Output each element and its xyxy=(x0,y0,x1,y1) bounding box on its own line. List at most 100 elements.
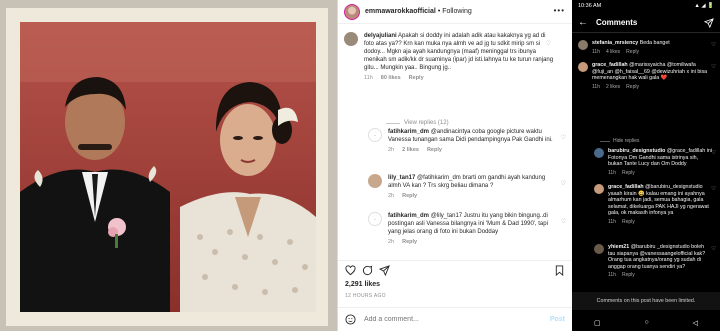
comment-likes[interactable]: 2 likes xyxy=(402,147,419,153)
reply-button[interactable]: Reply xyxy=(427,147,442,153)
reply-button[interactable]: Reply xyxy=(626,84,639,90)
reply-item: ~ fatihkarim_dm @andinacintya coba googl… xyxy=(368,128,566,153)
reply-item: yhiem21 @barubiru _designstudio boleh ta… xyxy=(594,244,716,278)
comment-time: 11h xyxy=(364,75,373,81)
send-plane-icon[interactable] xyxy=(704,18,714,28)
comment-username[interactable]: fatihkarim_dm xyxy=(388,213,429,219)
like-heart-icon[interactable]: ♡ xyxy=(711,246,716,252)
reply-button[interactable]: Reply xyxy=(622,272,635,278)
post-header: emmawarokkaofficial • Following ••• xyxy=(338,0,573,24)
android-nav-bar: ▢ ○ ◁ xyxy=(572,314,720,331)
view-replies-label: View replies (12) xyxy=(404,120,449,126)
like-heart-icon[interactable] xyxy=(345,265,356,276)
like-heart-icon[interactable]: ♡ xyxy=(546,40,551,47)
comment-username[interactable]: stefania_mrsiency xyxy=(592,40,638,46)
comment-likes[interactable]: 2 likes xyxy=(606,84,620,90)
reply-button[interactable]: Reply xyxy=(622,170,635,176)
post-photo-panel xyxy=(0,0,337,331)
bookmark-icon[interactable] xyxy=(554,265,565,276)
like-heart-icon[interactable]: ♡ xyxy=(561,134,566,141)
comment-text: Beda banget xyxy=(639,40,670,46)
signal-battery-icon: ▲ ◢ 🔋 xyxy=(694,3,714,9)
vintage-photo-frame xyxy=(6,8,328,326)
comment-bubble-icon[interactable] xyxy=(362,265,373,276)
reply-item: ~ fatihkarim_dm @lily_tan17 Justru itu y… xyxy=(368,212,566,245)
hide-replies-toggle[interactable]: Hide replies xyxy=(600,138,639,144)
back-arrow-icon[interactable]: ← xyxy=(578,17,588,28)
commenter-avatar[interactable]: ~ xyxy=(368,128,382,142)
reply-button[interactable]: Reply xyxy=(402,239,417,245)
comments-list: delyajuliani Apakah si doddy ini adalah … xyxy=(338,28,573,258)
comment-username[interactable]: barubiru_designstudio xyxy=(608,148,665,154)
add-comment-input[interactable] xyxy=(364,316,524,323)
commenter-avatar[interactable] xyxy=(578,40,588,50)
reply-button[interactable]: Reply xyxy=(409,75,424,81)
status-time: 10:36 AM xyxy=(578,3,602,9)
comment-username[interactable]: yhiem21 xyxy=(608,244,629,250)
comment-time: 2h xyxy=(388,193,395,199)
comment-time: 11h xyxy=(592,83,600,90)
likes-count[interactable]: 2,291 likes xyxy=(345,281,380,288)
back-triangle-icon[interactable]: ◁ xyxy=(693,319,698,327)
avatar-logo-mark: ~ xyxy=(374,217,376,221)
comment-item: grace_fadillah @marissyaicha @tomiliwafa… xyxy=(578,62,716,90)
comment-time: 11h xyxy=(592,48,600,55)
share-plane-icon[interactable] xyxy=(379,265,390,276)
like-heart-icon[interactable]: ♡ xyxy=(711,150,716,156)
comments-limited-notice: Comments on this post have been limited. xyxy=(572,292,720,310)
like-heart-icon[interactable]: ♡ xyxy=(711,64,716,70)
reply-button[interactable]: Reply xyxy=(622,219,635,225)
add-comment-bar: Post xyxy=(338,307,573,331)
comment-item: stefania_mrsiency Beda banget 11h 4 like… xyxy=(578,40,716,55)
comment-item: delyajuliani Apakah si doddy ini adalah … xyxy=(344,32,559,81)
comment-time: 11h xyxy=(608,272,616,279)
comment-username[interactable]: delyajuliani xyxy=(364,33,397,39)
avatar-logo-mark: ~ xyxy=(374,133,376,137)
author-username[interactable]: emmawarokkaofficial xyxy=(365,8,436,15)
like-heart-icon[interactable]: ♡ xyxy=(711,42,716,48)
like-heart-icon[interactable]: ♡ xyxy=(711,186,716,192)
more-options-icon[interactable]: ••• xyxy=(554,6,565,15)
commenter-avatar[interactable] xyxy=(578,62,588,72)
reply-button[interactable]: Reply xyxy=(626,49,639,55)
comment-likes[interactable]: 4 likes xyxy=(606,49,620,55)
commenter-avatar[interactable] xyxy=(344,32,358,46)
mobile-comments-screen: 10:36 AM ▲ ◢ 🔋 ← Comments stefania_mrsie… xyxy=(572,0,720,331)
instagram-post-panel: emmawarokkaofficial • Following ••• dely… xyxy=(337,0,573,331)
like-heart-icon[interactable]: ♡ xyxy=(561,218,566,225)
hide-replies-label: Hide replies xyxy=(613,138,640,144)
couple-wedding-photo xyxy=(20,22,316,312)
author-avatar[interactable] xyxy=(344,3,360,20)
commenter-avatar[interactable] xyxy=(594,244,604,254)
emoji-smiley-icon[interactable] xyxy=(345,314,356,325)
commenter-avatar[interactable] xyxy=(594,184,604,194)
home-icon[interactable]: ○ xyxy=(644,319,648,326)
reply-item: barubiru_designstudio @grace_fadillah in… xyxy=(594,148,716,176)
commenter-avatar[interactable] xyxy=(594,148,604,158)
reply-item: lily_tan17 @fatihkarim_dm brarti om gand… xyxy=(368,174,566,199)
reply-item: grace_fadillah @barubiru_designstudio ya… xyxy=(594,184,716,225)
screenshot-root: emmawarokkaofficial • Following ••• dely… xyxy=(0,0,720,331)
replies-line xyxy=(600,140,610,142)
view-replies-toggle[interactable]: View replies (12) xyxy=(386,120,449,126)
comments-header: ← Comments xyxy=(572,13,720,33)
comment-time: 11h xyxy=(608,169,616,176)
comment-username[interactable]: fatihkarim_dm xyxy=(388,129,429,135)
commenter-avatar[interactable] xyxy=(368,174,382,188)
comments-title: Comments xyxy=(596,18,638,27)
commenter-avatar[interactable]: ~ xyxy=(368,212,382,226)
comment-time: 2h xyxy=(388,147,395,153)
comment-username[interactable]: lily_tan17 xyxy=(388,175,415,181)
comment-username[interactable]: grace_fadillah xyxy=(608,184,644,190)
following-status[interactable]: • Following xyxy=(438,8,472,15)
comment-time: 2h xyxy=(388,239,395,245)
comment-username[interactable]: grace_fadillah xyxy=(592,62,628,68)
comment-time: 11h xyxy=(608,218,616,225)
reply-button[interactable]: Reply xyxy=(402,193,417,199)
like-heart-icon[interactable]: ♡ xyxy=(561,180,566,187)
post-comment-button[interactable]: Post xyxy=(550,316,565,323)
recents-icon[interactable]: ▢ xyxy=(594,319,601,327)
post-actions-bar xyxy=(338,260,573,278)
post-timestamp: 12 HOURS AGO xyxy=(345,293,386,299)
comment-likes[interactable]: 80 likes xyxy=(381,75,401,81)
